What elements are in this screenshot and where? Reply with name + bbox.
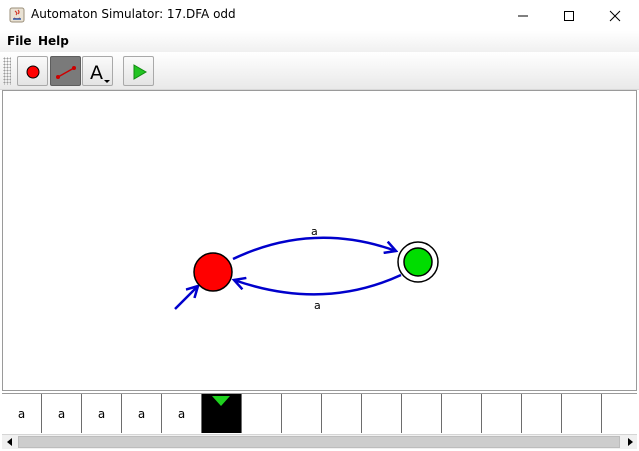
tape-cell-head[interactable]	[202, 394, 242, 433]
minimize-button[interactable]	[500, 0, 546, 31]
toolbar-grip[interactable]	[3, 57, 11, 85]
toolbar: A	[0, 52, 639, 90]
menu-help[interactable]: Help	[38, 34, 69, 48]
maximize-button[interactable]	[546, 0, 592, 31]
title-bar: Automaton Simulator: 17.DFA odd	[0, 0, 639, 31]
tape-cell[interactable]: a	[122, 394, 162, 433]
transition-q0-q1-label: a	[311, 225, 318, 238]
transition-q1-q0[interactable]	[234, 273, 402, 296]
red-circle-icon	[26, 65, 40, 79]
tape-cell[interactable]	[322, 394, 362, 433]
state-q0[interactable]	[193, 252, 233, 292]
tape-cell[interactable]	[242, 394, 282, 433]
tape-cell[interactable]: a	[162, 394, 202, 433]
text-tool-label: A	[90, 62, 103, 84]
maximize-icon	[564, 10, 574, 21]
transition-q0-q1[interactable]	[232, 236, 396, 261]
minimize-icon	[518, 15, 528, 16]
green-play-icon	[133, 64, 147, 80]
tape-cell[interactable]: a	[42, 394, 82, 433]
close-button[interactable]	[592, 0, 638, 31]
run-button[interactable]	[123, 56, 154, 86]
start-arrow	[174, 286, 198, 310]
scroll-left-icon	[6, 438, 12, 446]
menu-bar: File Help	[0, 31, 639, 52]
scroll-thumb[interactable]	[18, 436, 620, 448]
transition-line-icon	[56, 66, 76, 79]
tape-cell[interactable]	[442, 394, 482, 433]
tape-cell[interactable]: a	[82, 394, 122, 433]
tape-cell[interactable]: a	[2, 394, 42, 433]
scroll-left-button[interactable]	[2, 435, 17, 449]
add-transition-button[interactable]	[50, 56, 81, 86]
scroll-right-button[interactable]	[622, 435, 637, 449]
tape-cell[interactable]	[602, 394, 637, 433]
state-q1[interactable]	[397, 241, 439, 283]
input-tape: aaaaa	[2, 393, 637, 433]
text-tool-button[interactable]: A	[82, 56, 113, 86]
tape-head-marker	[212, 396, 230, 406]
add-state-button[interactable]	[17, 56, 48, 86]
window-title: Automaton Simulator: 17.DFA odd	[31, 7, 236, 21]
transition-q1-q0-label: a	[314, 299, 321, 312]
automaton-canvas[interactable]: a a	[2, 90, 637, 391]
text-a-icon: A	[90, 62, 110, 84]
scroll-right-icon	[627, 438, 633, 446]
menu-file[interactable]: File	[7, 34, 32, 48]
horizontal-scrollbar[interactable]	[2, 434, 637, 449]
tape-cell[interactable]	[562, 394, 602, 433]
tape-cell[interactable]	[402, 394, 442, 433]
tape-cell[interactable]	[362, 394, 402, 433]
java-app-icon	[9, 7, 25, 23]
tape-cell[interactable]	[482, 394, 522, 433]
tape-cell[interactable]	[522, 394, 562, 433]
tape-cell[interactable]	[282, 394, 322, 433]
close-icon	[609, 10, 621, 21]
